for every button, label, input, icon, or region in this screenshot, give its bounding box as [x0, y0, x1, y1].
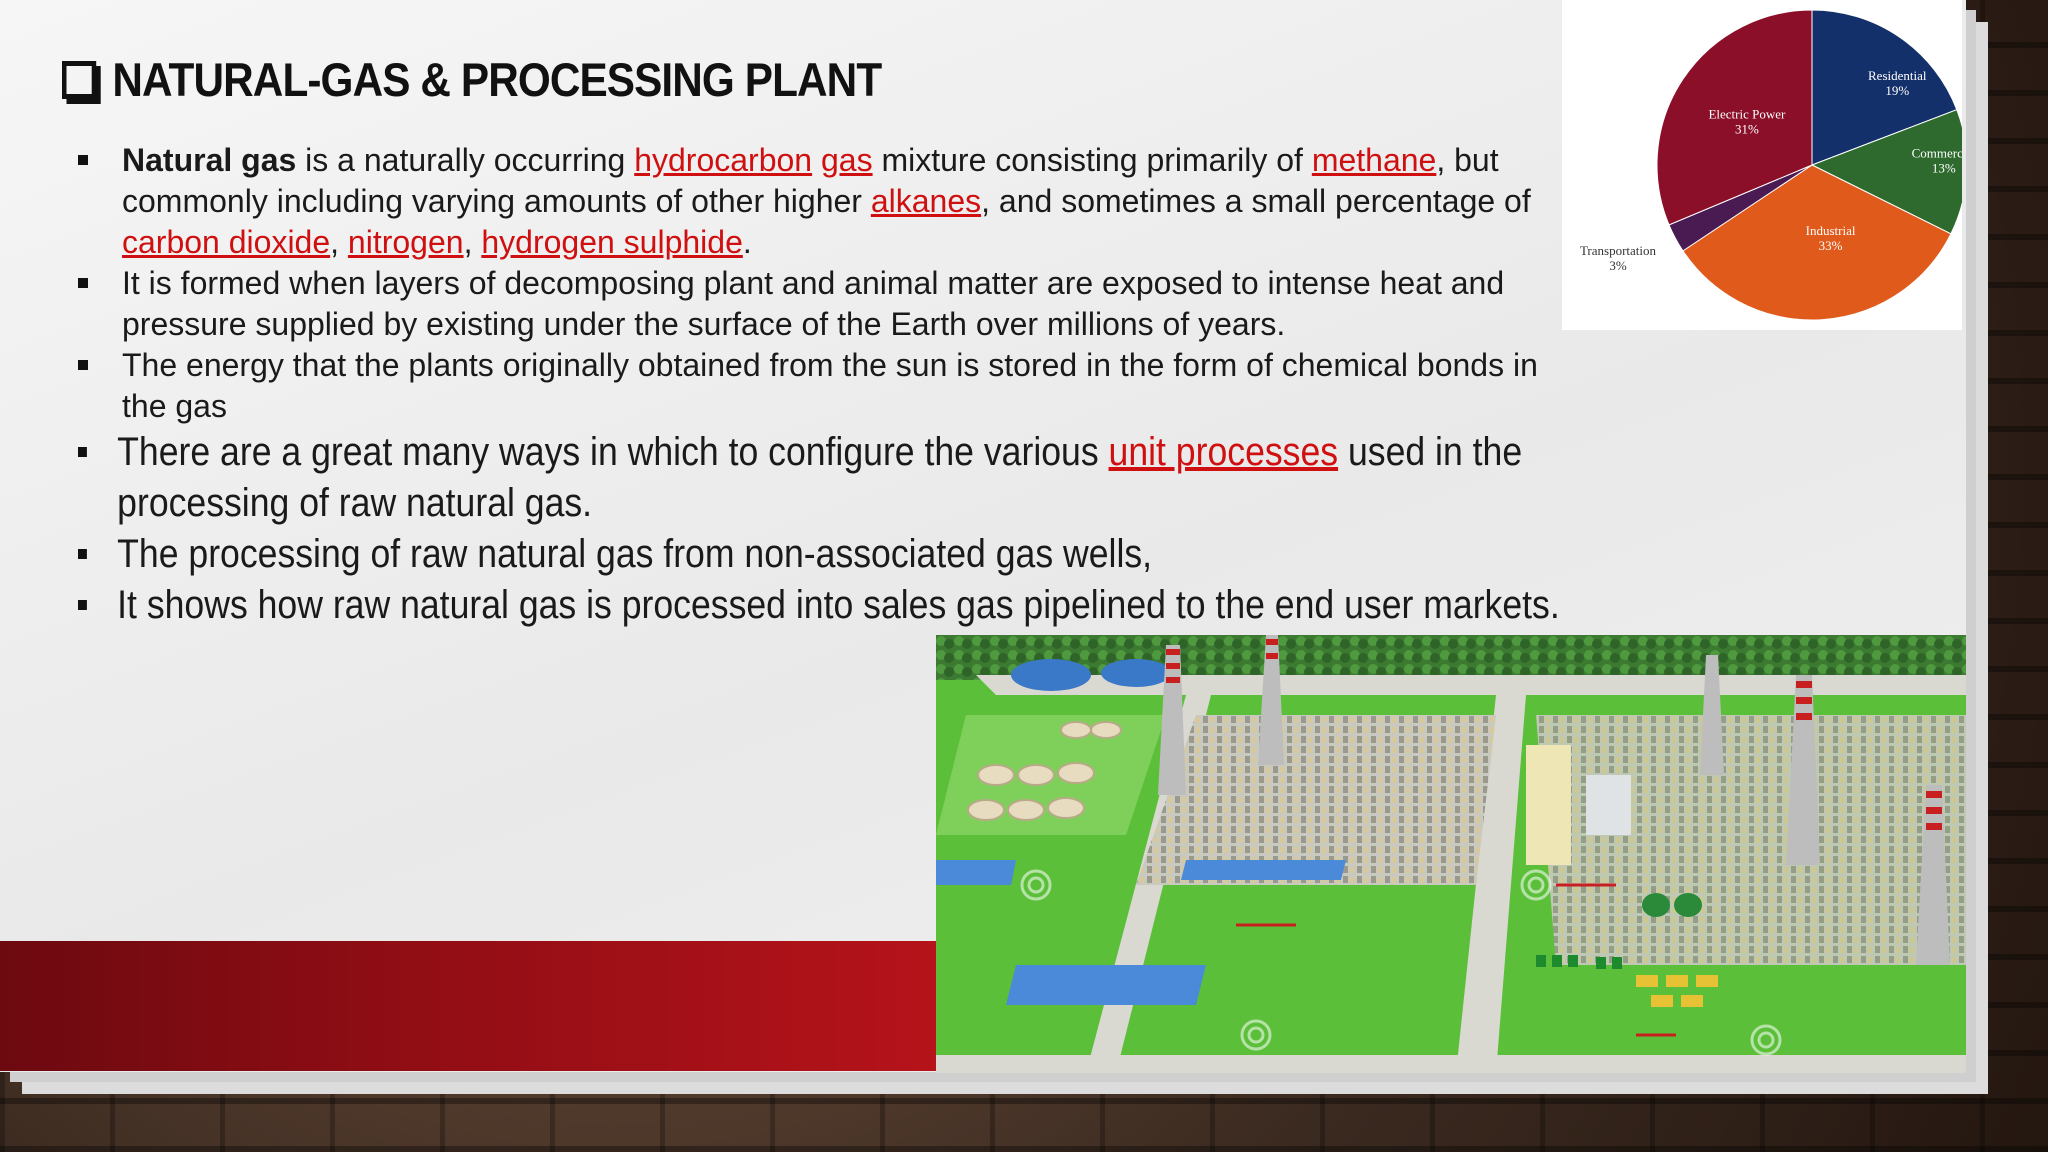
bullet-text — [812, 142, 821, 178]
pie-value-label: 13% — [1932, 160, 1956, 175]
slide-title: NATURAL-GAS & PROCESSING PLANT — [62, 52, 882, 107]
square-bullet-icon — [78, 447, 87, 457]
gas-plant-model-image — [936, 635, 1966, 1073]
pie-value-label: 33% — [1819, 238, 1843, 253]
bullet-item: There are a great many ways in which to … — [78, 427, 1586, 529]
process-area-right — [1536, 715, 1966, 965]
bullet-item: It shows how raw natural gas is processe… — [78, 580, 1586, 631]
bullet-list: Natural gas is a naturally occurring hyd… — [78, 140, 1560, 631]
pie-chart: Residential19% Commercial13% Industrial33%… — [1580, 9, 1976, 321]
hyperlink[interactable]: unit processes — [1109, 430, 1339, 474]
bullet-text: It is formed when layers of decomposing … — [122, 265, 1505, 342]
bullet-item: The processing of raw natural gas from n… — [78, 529, 1586, 580]
hyperlink[interactable]: methane — [1312, 142, 1437, 178]
bullet-item: The energy that the plants originally ob… — [78, 345, 1548, 427]
bullet-item: It is formed when layers of decomposing … — [78, 263, 1548, 345]
hyperlink[interactable]: carbon dioxide — [122, 224, 330, 260]
slide-title-text: NATURAL-GAS & PROCESSING PLANT — [112, 53, 882, 106]
checkbox-bullet-icon — [62, 60, 97, 99]
blue-roof-building — [1006, 965, 1206, 1005]
square-bullet-icon — [78, 360, 88, 370]
pie-value-label: 19% — [1885, 83, 1909, 98]
bullet-text: mixture consisting primarily of — [872, 142, 1312, 178]
bullet-text: . — [742, 224, 752, 260]
hyperlink[interactable]: alkanes — [871, 183, 981, 219]
bullet-text: is a naturally occurring — [296, 142, 635, 178]
pie-label: Commercial — [1912, 145, 1962, 160]
bullet-text: , — [463, 224, 482, 260]
hyperlink[interactable]: hydrogen sulphide — [481, 224, 743, 260]
pie-label: Electric Power — [1708, 107, 1786, 122]
hyperlink[interactable]: gas — [821, 142, 873, 178]
pie-label: Residential — [1868, 68, 1927, 83]
slide: NATURAL-GAS & PROCESSING PLANT Natural g… — [0, 0, 1976, 1073]
bullet-item: Natural gas is a naturally occurring hyd… — [78, 140, 1548, 263]
bullet-text: The processing of raw natural gas from n… — [117, 532, 1153, 576]
square-bullet-icon — [78, 600, 87, 610]
square-bullet-icon — [78, 155, 88, 165]
bold-term: Natural gas — [122, 142, 297, 178]
hyperlink[interactable]: hydrocarbon — [634, 142, 812, 178]
hyperlink[interactable]: nitrogen — [348, 224, 464, 260]
pie-value-label: 3% — [1609, 258, 1627, 273]
bullet-text: , and sometimes a small percentage of — [981, 183, 1531, 219]
pie-label: Transportation — [1580, 243, 1657, 258]
square-bullet-icon — [78, 549, 87, 559]
plant-illustration — [936, 635, 1966, 1073]
red-accent-band — [0, 941, 940, 1071]
process-area-center — [1136, 715, 1496, 885]
pie-chart-image: Residential19% Commercial13% Industrial33%… — [1562, 0, 1976, 330]
pie-label: Industrial — [1806, 223, 1856, 238]
bullet-text: The energy that the plants originally ob… — [122, 347, 1538, 424]
bullet-text: There are a great many ways in which to … — [117, 430, 1109, 474]
square-bullet-icon — [78, 278, 88, 288]
pie-value-label: 31% — [1735, 122, 1759, 137]
bullet-text: It shows how raw natural gas is processe… — [117, 583, 1560, 627]
bullet-text: , — [330, 224, 348, 260]
